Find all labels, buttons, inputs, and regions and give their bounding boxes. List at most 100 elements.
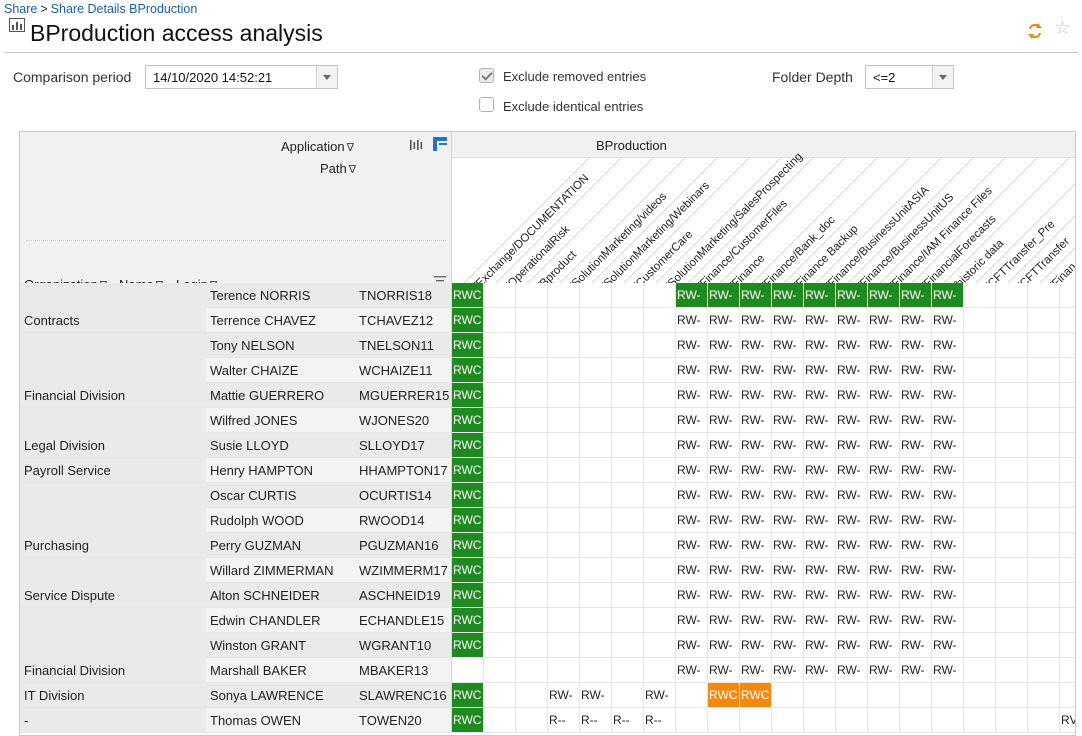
access-cell[interactable]: RW-	[932, 433, 964, 458]
access-cell[interactable]: RW-	[804, 458, 836, 483]
access-cell[interactable]: RW-	[740, 483, 772, 508]
access-cell[interactable]	[548, 633, 580, 658]
access-cell[interactable]: RW-	[740, 658, 772, 683]
access-cell[interactable]	[1028, 483, 1060, 508]
filter-icon[interactable]: ∇	[349, 163, 356, 176]
access-cell[interactable]: RW-	[868, 633, 900, 658]
access-cell[interactable]: RW-	[740, 383, 772, 408]
access-cell[interactable]	[612, 608, 644, 633]
access-cell[interactable]: RW-	[708, 308, 740, 333]
access-cell[interactable]: RWC	[452, 633, 484, 658]
access-cell[interactable]	[996, 658, 1028, 683]
access-cell[interactable]	[516, 658, 548, 683]
access-cell[interactable]: RW-	[900, 558, 932, 583]
access-cell[interactable]	[516, 558, 548, 583]
access-cell[interactable]	[516, 383, 548, 408]
table-row[interactable]: Payroll Service Henry HAMPTON HHAMPTON17 RW…	[20, 458, 1075, 483]
access-cell[interactable]	[1060, 583, 1075, 608]
access-cell[interactable]: RW-	[836, 558, 868, 583]
table-row[interactable]: Contracts Terrence CHAVEZ TCHAVEZ12 RWC RW- R…	[20, 308, 1075, 333]
access-cell[interactable]: RW-	[836, 633, 868, 658]
access-cell[interactable]	[964, 383, 996, 408]
access-cell[interactable]: RWC	[452, 333, 484, 358]
access-cell[interactable]	[484, 308, 516, 333]
access-cell[interactable]	[580, 458, 612, 483]
access-cell[interactable]	[516, 533, 548, 558]
access-cell[interactable]: RWC	[708, 683, 740, 708]
access-cell[interactable]: RW-	[836, 608, 868, 633]
access-cell[interactable]: RW-	[740, 458, 772, 483]
access-cell[interactable]: RW-	[804, 358, 836, 383]
access-cell[interactable]	[1028, 658, 1060, 683]
access-cell[interactable]	[964, 283, 996, 308]
access-cell[interactable]: RW-	[772, 333, 804, 358]
access-cell[interactable]	[580, 658, 612, 683]
access-cell[interactable]: RW-	[868, 408, 900, 433]
access-cell[interactable]	[612, 533, 644, 558]
access-cell[interactable]: RW-	[740, 308, 772, 333]
breadcrumb-current-link[interactable]: Share Details BProduction	[51, 2, 198, 16]
access-cell[interactable]	[516, 358, 548, 383]
access-cell[interactable]: RW-	[804, 433, 836, 458]
access-cell[interactable]: RW-	[836, 458, 868, 483]
access-cell[interactable]	[548, 283, 580, 308]
access-cell[interactable]: RW-	[900, 508, 932, 533]
path-column-header[interactable]: /Exchange/DOCUMENTATION	[472, 172, 592, 292]
access-cell[interactable]: RW-	[740, 583, 772, 608]
access-cell[interactable]	[548, 333, 580, 358]
access-cell[interactable]	[996, 483, 1028, 508]
access-cell[interactable]	[644, 608, 676, 633]
access-cell[interactable]	[964, 483, 996, 508]
access-cell[interactable]: RW-	[676, 533, 708, 558]
access-cell[interactable]: RW-	[868, 608, 900, 633]
access-cell[interactable]	[548, 433, 580, 458]
application-header[interactable]: Application ∇	[281, 139, 354, 154]
access-cell[interactable]: RW-	[900, 458, 932, 483]
access-cell[interactable]	[996, 308, 1028, 333]
access-cell[interactable]	[580, 333, 612, 358]
table-row[interactable]: Service Dispute Alton SCHNEIDER ASCHNEID19…	[20, 583, 1075, 608]
access-cell[interactable]	[484, 408, 516, 433]
access-cell[interactable]	[644, 433, 676, 458]
access-cell[interactable]	[868, 708, 900, 733]
table-row[interactable]: Purchasing Perry GUZMAN PGUZMAN16 RWC RW- RW-…	[20, 533, 1075, 558]
access-cell[interactable]: RW-	[676, 558, 708, 583]
access-cell[interactable]: RW-	[708, 558, 740, 583]
filter-icon[interactable]: ∇	[347, 141, 354, 154]
access-cell[interactable]	[612, 308, 644, 333]
access-cell[interactable]: RW-	[740, 408, 772, 433]
access-cell[interactable]	[548, 583, 580, 608]
access-cell[interactable]: RW-	[708, 433, 740, 458]
access-cell[interactable]	[580, 383, 612, 408]
access-cell[interactable]: RW-	[804, 383, 836, 408]
access-cell[interactable]: RW-	[740, 433, 772, 458]
access-cell[interactable]	[996, 633, 1028, 658]
access-cell[interactable]: RW-	[836, 308, 868, 333]
access-cell[interactable]	[516, 608, 548, 633]
access-cell[interactable]: RW-	[932, 333, 964, 358]
access-cell[interactable]: RW-	[868, 458, 900, 483]
access-cell[interactable]: RW-	[900, 483, 932, 508]
access-cell[interactable]	[548, 383, 580, 408]
access-cell[interactable]	[484, 508, 516, 533]
access-cell[interactable]	[1028, 408, 1060, 433]
access-cell[interactable]	[996, 408, 1028, 433]
access-cell[interactable]	[548, 558, 580, 583]
access-cell[interactable]	[548, 608, 580, 633]
access-cell[interactable]: RW-	[740, 608, 772, 633]
access-cell[interactable]: RW-	[740, 533, 772, 558]
access-cell[interactable]: RW-	[708, 333, 740, 358]
access-cell[interactable]: RW-	[772, 483, 804, 508]
access-cell[interactable]: RW-	[676, 383, 708, 408]
access-cell[interactable]	[1060, 633, 1075, 658]
access-cell[interactable]	[1060, 383, 1075, 408]
access-cell[interactable]	[644, 358, 676, 383]
access-cell[interactable]	[644, 658, 676, 683]
column-chooser-icon[interactable]	[409, 139, 423, 151]
access-cell[interactable]	[676, 708, 708, 733]
access-cell[interactable]: RW-	[804, 308, 836, 333]
access-cell[interactable]: RV	[1060, 708, 1075, 733]
access-cell[interactable]: RW-	[580, 683, 612, 708]
access-cell[interactable]: RW-	[932, 383, 964, 408]
access-cell[interactable]	[484, 658, 516, 683]
